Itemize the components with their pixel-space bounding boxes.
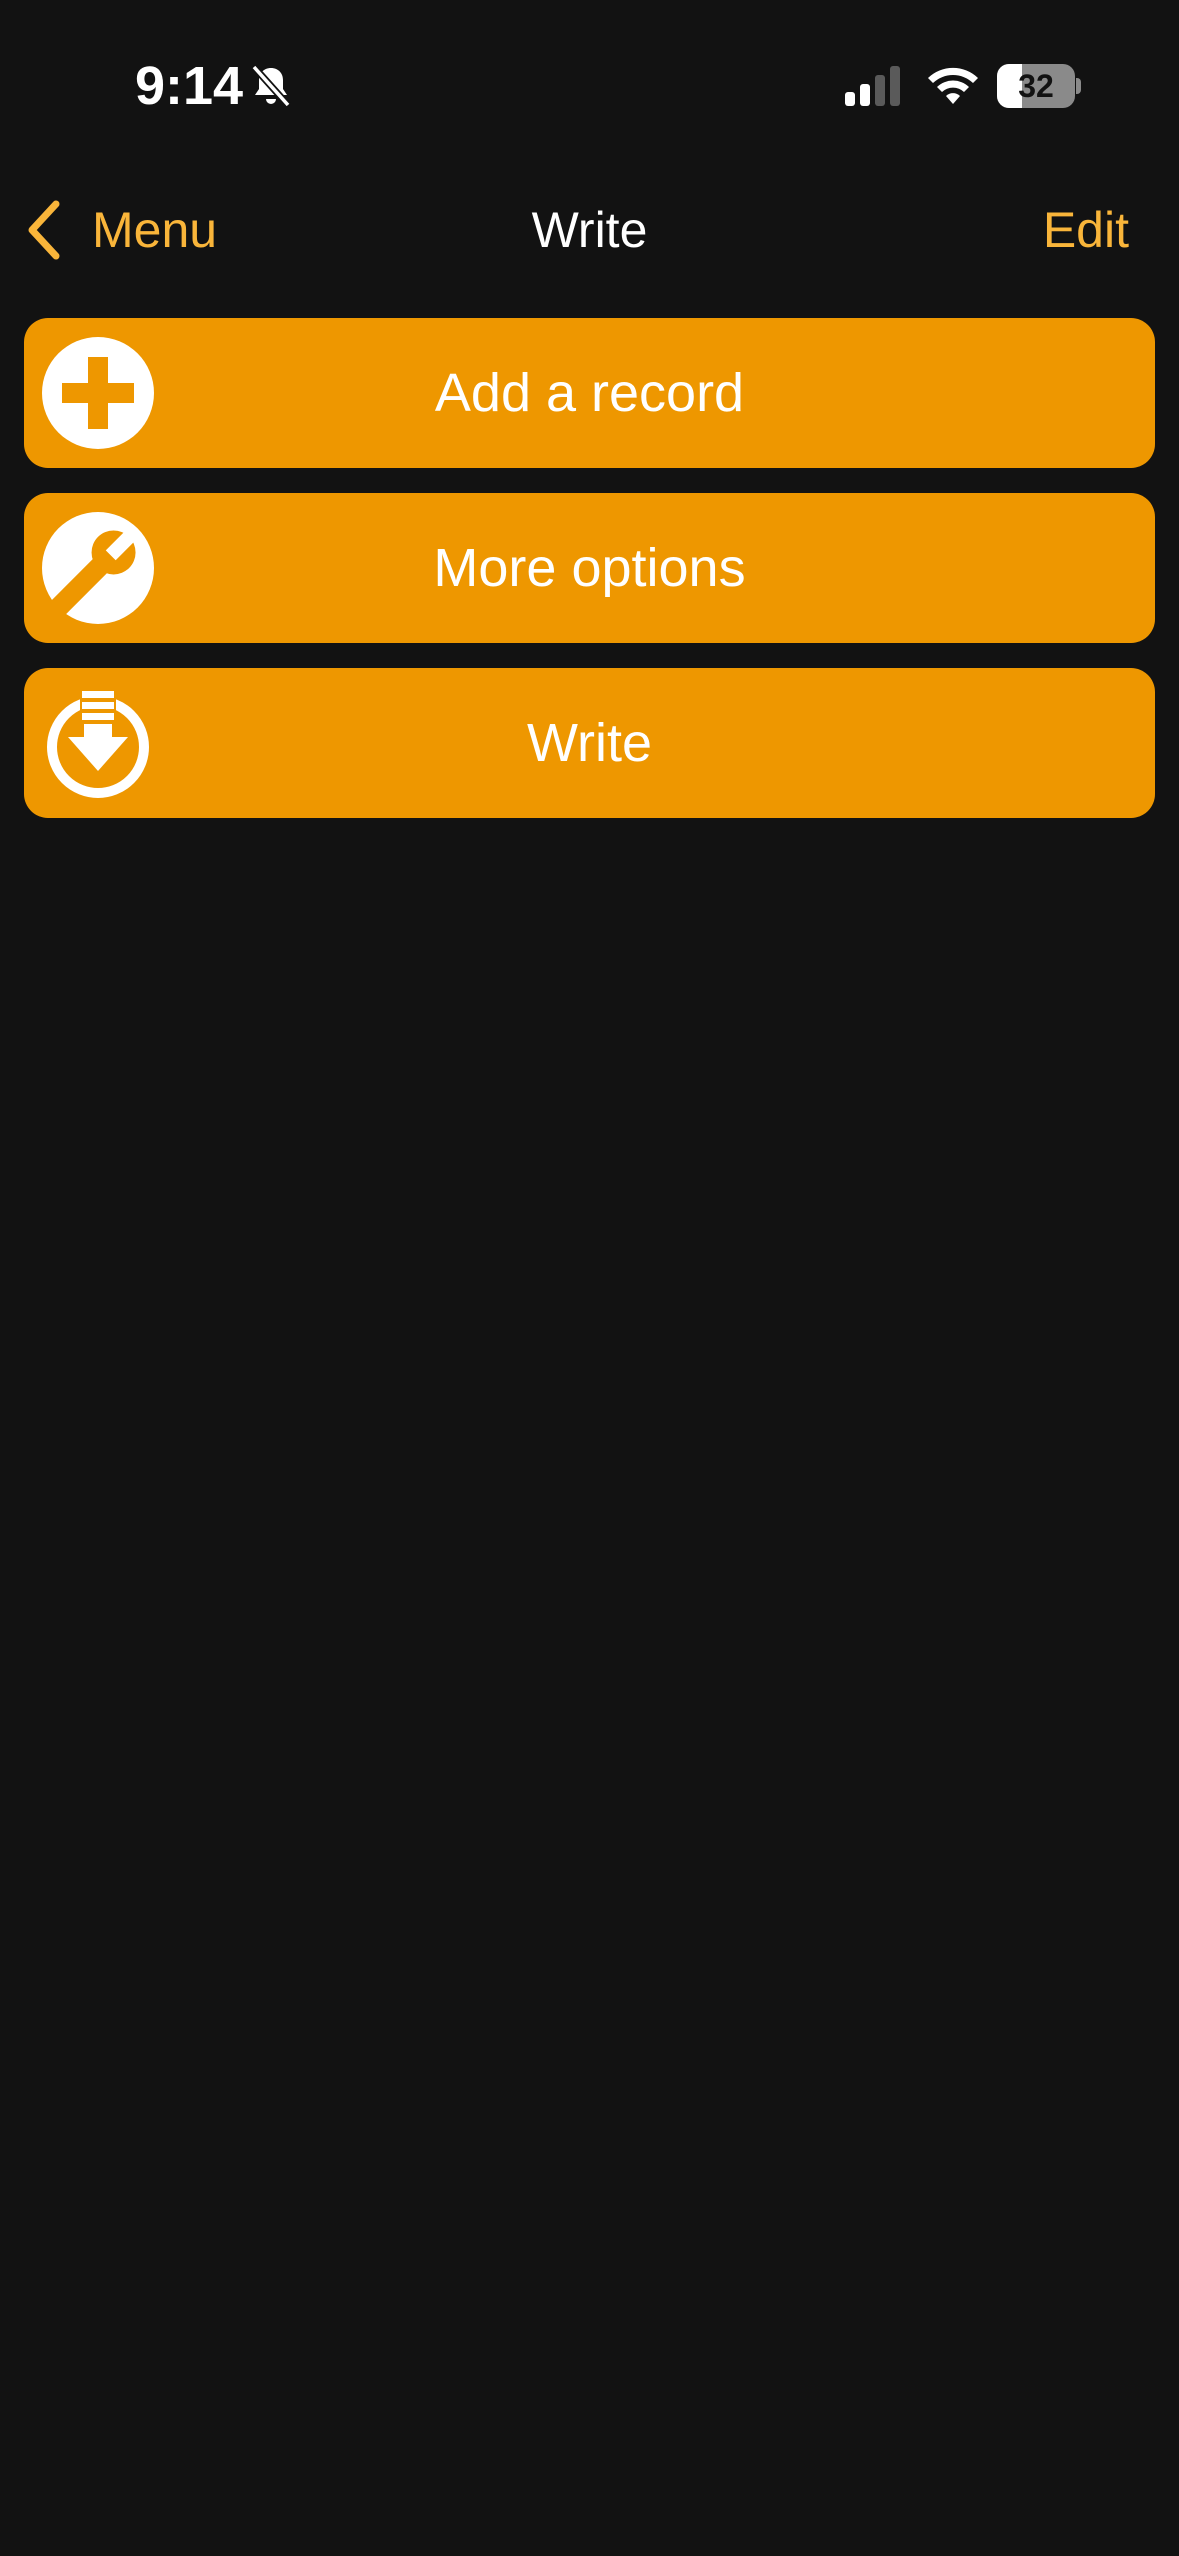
add-record-label: Add a record	[434, 363, 745, 423]
wifi-icon	[928, 67, 978, 104]
navigation-bar: Menu Write Edit	[0, 170, 1179, 286]
battery-level: 32	[1018, 68, 1054, 104]
page-title: Write	[531, 202, 648, 258]
status-bar: 9:14 32	[0, 0, 1179, 170]
bell-slash-icon	[251, 64, 291, 108]
battery-body: 32	[997, 64, 1075, 108]
more-options-label: More options	[433, 538, 746, 598]
battery-tip	[1076, 78, 1081, 94]
write-button[interactable]: Write	[24, 668, 1155, 818]
add-record-button[interactable]: Add a record	[24, 318, 1155, 468]
write-button-label: Write	[526, 713, 652, 773]
more-options-button[interactable]: More options	[24, 493, 1155, 643]
action-list: Add a record More options Write	[24, 318, 1155, 843]
status-time: 9:14	[135, 56, 244, 116]
cellular-signal-icon	[845, 66, 900, 106]
edit-button[interactable]: Edit	[1043, 198, 1129, 262]
battery-icon: 32	[997, 64, 1081, 108]
